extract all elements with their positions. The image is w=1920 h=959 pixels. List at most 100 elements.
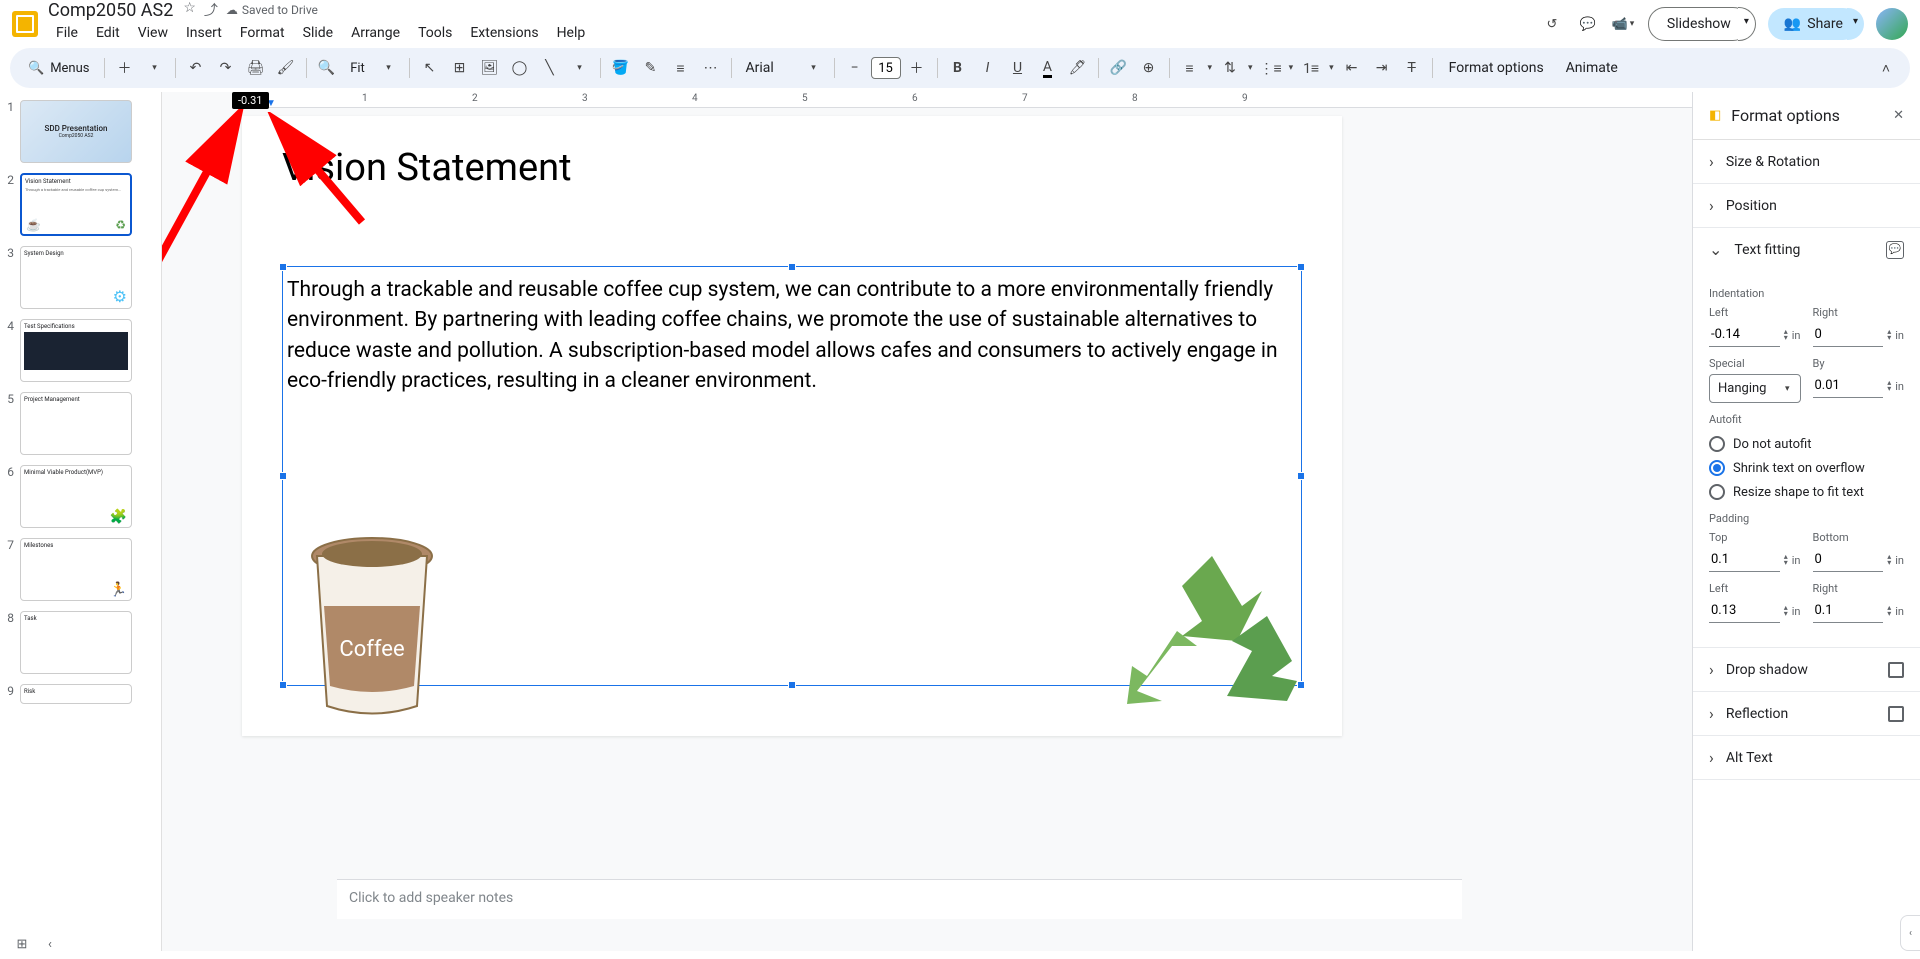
spinner[interactable]: ▴▾ — [1887, 380, 1891, 392]
speaker-notes[interactable]: Click to add speaker notes — [337, 879, 1462, 919]
resize-handle-nw[interactable] — [279, 263, 287, 271]
alt-text-section[interactable]: ›Alt Text — [1693, 736, 1920, 779]
size-rotation-section[interactable]: ›Size & Rotation — [1693, 140, 1920, 183]
feedback-icon[interactable]: 💬 — [1886, 241, 1904, 259]
menu-extensions[interactable]: Extensions — [462, 21, 546, 45]
indent-left-input[interactable] — [1709, 323, 1780, 347]
menu-insert[interactable]: Insert — [178, 21, 230, 45]
menu-file[interactable]: File — [48, 21, 86, 45]
resize-handle-ne[interactable] — [1297, 263, 1305, 271]
indent-right-input[interactable] — [1813, 323, 1884, 347]
font-family[interactable]: Arial — [738, 58, 798, 78]
special-select[interactable]: Hanging▾ — [1709, 374, 1801, 403]
spinner[interactable]: ▴▾ — [1784, 554, 1788, 566]
line-tool[interactable]: ╲ — [536, 54, 564, 82]
select-tool[interactable]: ↖ — [416, 54, 444, 82]
spinner[interactable]: ▴▾ — [1887, 605, 1891, 617]
indent-increase-button[interactable]: ⇥ — [1368, 54, 1396, 82]
close-sidebar-icon[interactable]: ✕ — [1893, 108, 1904, 123]
slide-thumb-1[interactable]: SDD PresentationComp2050 AS2 — [20, 100, 132, 163]
autofit-resize[interactable]: Resize shape to fit text — [1709, 480, 1904, 504]
slide-thumb-6[interactable]: Minimal Viable Product(MVP)🧩 — [20, 465, 132, 528]
indent-decrease-button[interactable]: ⇤ — [1338, 54, 1366, 82]
side-panel-toggle[interactable]: ‹ — [1900, 915, 1920, 951]
spinner[interactable]: ▴▾ — [1887, 554, 1891, 566]
slide-thumb-2[interactable]: Vision StatementThrough a trackable and … — [20, 173, 132, 236]
reflection-checkbox[interactable] — [1888, 706, 1904, 722]
body-text[interactable]: Through a trackable and reusable coffee … — [283, 267, 1301, 405]
fill-color-button[interactable]: 🪣 — [607, 54, 635, 82]
menu-help[interactable]: Help — [549, 21, 594, 45]
pad-top-input[interactable] — [1709, 548, 1780, 572]
menu-format[interactable]: Format — [232, 21, 293, 45]
underline-button[interactable]: U — [1004, 54, 1032, 82]
drop-shadow-checkbox[interactable] — [1888, 662, 1904, 678]
italic-button[interactable]: I — [974, 54, 1002, 82]
autofit-none[interactable]: Do not autofit — [1709, 432, 1904, 456]
text-color-button[interactable]: A — [1034, 54, 1062, 82]
print-button[interactable]: 🖨 — [242, 54, 270, 82]
grid-view-icon[interactable]: ⊞ — [12, 934, 32, 954]
star-icon[interactable]: ☆ — [183, 0, 196, 20]
resize-handle-e[interactable] — [1297, 472, 1305, 480]
collapse-toolbar-button[interactable]: ˄ — [1872, 54, 1900, 82]
text-fitting-section[interactable]: ⌄ Text fitting 💬 — [1693, 228, 1920, 271]
shape-tool[interactable]: ◯ — [506, 54, 534, 82]
slide-thumb-8[interactable]: Task — [20, 611, 132, 674]
bullet-list-button[interactable]: ⋮≡ — [1257, 54, 1285, 82]
doc-title[interactable]: Comp2050 AS2 — [48, 0, 173, 21]
search-menus[interactable]: 🔍Menus — [20, 57, 98, 80]
collapse-panel-icon[interactable]: ‹ — [40, 934, 60, 954]
highlight-button[interactable]: 🖊 — [1064, 54, 1092, 82]
share-button[interactable]: 👥 Share — [1768, 8, 1859, 40]
drop-shadow-section[interactable]: ›Drop shadow — [1693, 648, 1920, 691]
bold-button[interactable]: B — [944, 54, 972, 82]
clear-format-button[interactable]: T — [1398, 54, 1426, 82]
link-button[interactable]: 🔗 — [1105, 54, 1133, 82]
zoom-level[interactable]: Fit — [343, 59, 373, 78]
spinner[interactable]: ▴▾ — [1784, 329, 1788, 341]
slide-thumb-9[interactable]: Risk — [20, 684, 132, 704]
reflection-section[interactable]: ›Reflection — [1693, 692, 1920, 735]
paint-format-button[interactable]: 🖌 — [272, 54, 300, 82]
coffee-cup-image[interactable]: Coffee — [302, 526, 442, 716]
spinner[interactable]: ▴▾ — [1887, 329, 1891, 341]
border-weight-button[interactable]: ≡ — [667, 54, 695, 82]
redo-button[interactable]: ↷ — [212, 54, 240, 82]
resize-handle-s[interactable] — [788, 681, 796, 689]
animate-button[interactable]: Animate — [1556, 56, 1628, 80]
menu-view[interactable]: View — [130, 21, 176, 45]
font-size-input[interactable] — [871, 57, 901, 79]
zoom-dropdown[interactable]: ▾ — [375, 54, 403, 82]
numbered-list-button[interactable]: 1≡ — [1297, 54, 1325, 82]
format-options-button[interactable]: Format options — [1439, 56, 1554, 80]
pad-right-input[interactable] — [1813, 599, 1884, 623]
by-input[interactable] — [1813, 374, 1884, 398]
pad-left-input[interactable] — [1709, 599, 1780, 623]
align-button[interactable]: ≡ — [1176, 54, 1204, 82]
menu-slide[interactable]: Slide — [295, 21, 341, 45]
slide-thumb-3[interactable]: System Design⚙ — [20, 246, 132, 309]
line-spacing-button[interactable]: ⇅ — [1216, 54, 1244, 82]
move-icon[interactable]: ⤴ — [204, 0, 218, 20]
new-slide-button[interactable]: ＋ — [111, 54, 139, 82]
autofit-shrink[interactable]: Shrink text on overflow — [1709, 456, 1904, 480]
line-dropdown[interactable]: ▾ — [566, 54, 594, 82]
user-avatar[interactable] — [1876, 8, 1908, 40]
resize-handle-n[interactable] — [788, 263, 796, 271]
font-dropdown[interactable]: ▾ — [800, 54, 828, 82]
zoom-icon[interactable]: 🔍 — [313, 54, 341, 82]
menu-edit[interactable]: Edit — [88, 21, 128, 45]
spinner[interactable]: ▴▾ — [1784, 605, 1788, 617]
slideshow-button[interactable]: Slideshow — [1648, 7, 1750, 41]
textbox-tool[interactable]: ⊞ — [446, 54, 474, 82]
slides-logo[interactable] — [12, 11, 38, 37]
menu-tools[interactable]: Tools — [410, 21, 460, 45]
comment-icon[interactable]: 💬 — [1576, 12, 1600, 36]
new-slide-dropdown[interactable]: ▾ — [141, 54, 169, 82]
font-size-plus[interactable]: ＋ — [903, 54, 931, 82]
pad-bottom-input[interactable] — [1813, 548, 1884, 572]
slide-thumb-5[interactable]: Project Management — [20, 392, 132, 455]
border-dash-button[interactable]: ⋯ — [697, 54, 725, 82]
image-tool[interactable]: 🖼 — [476, 54, 504, 82]
